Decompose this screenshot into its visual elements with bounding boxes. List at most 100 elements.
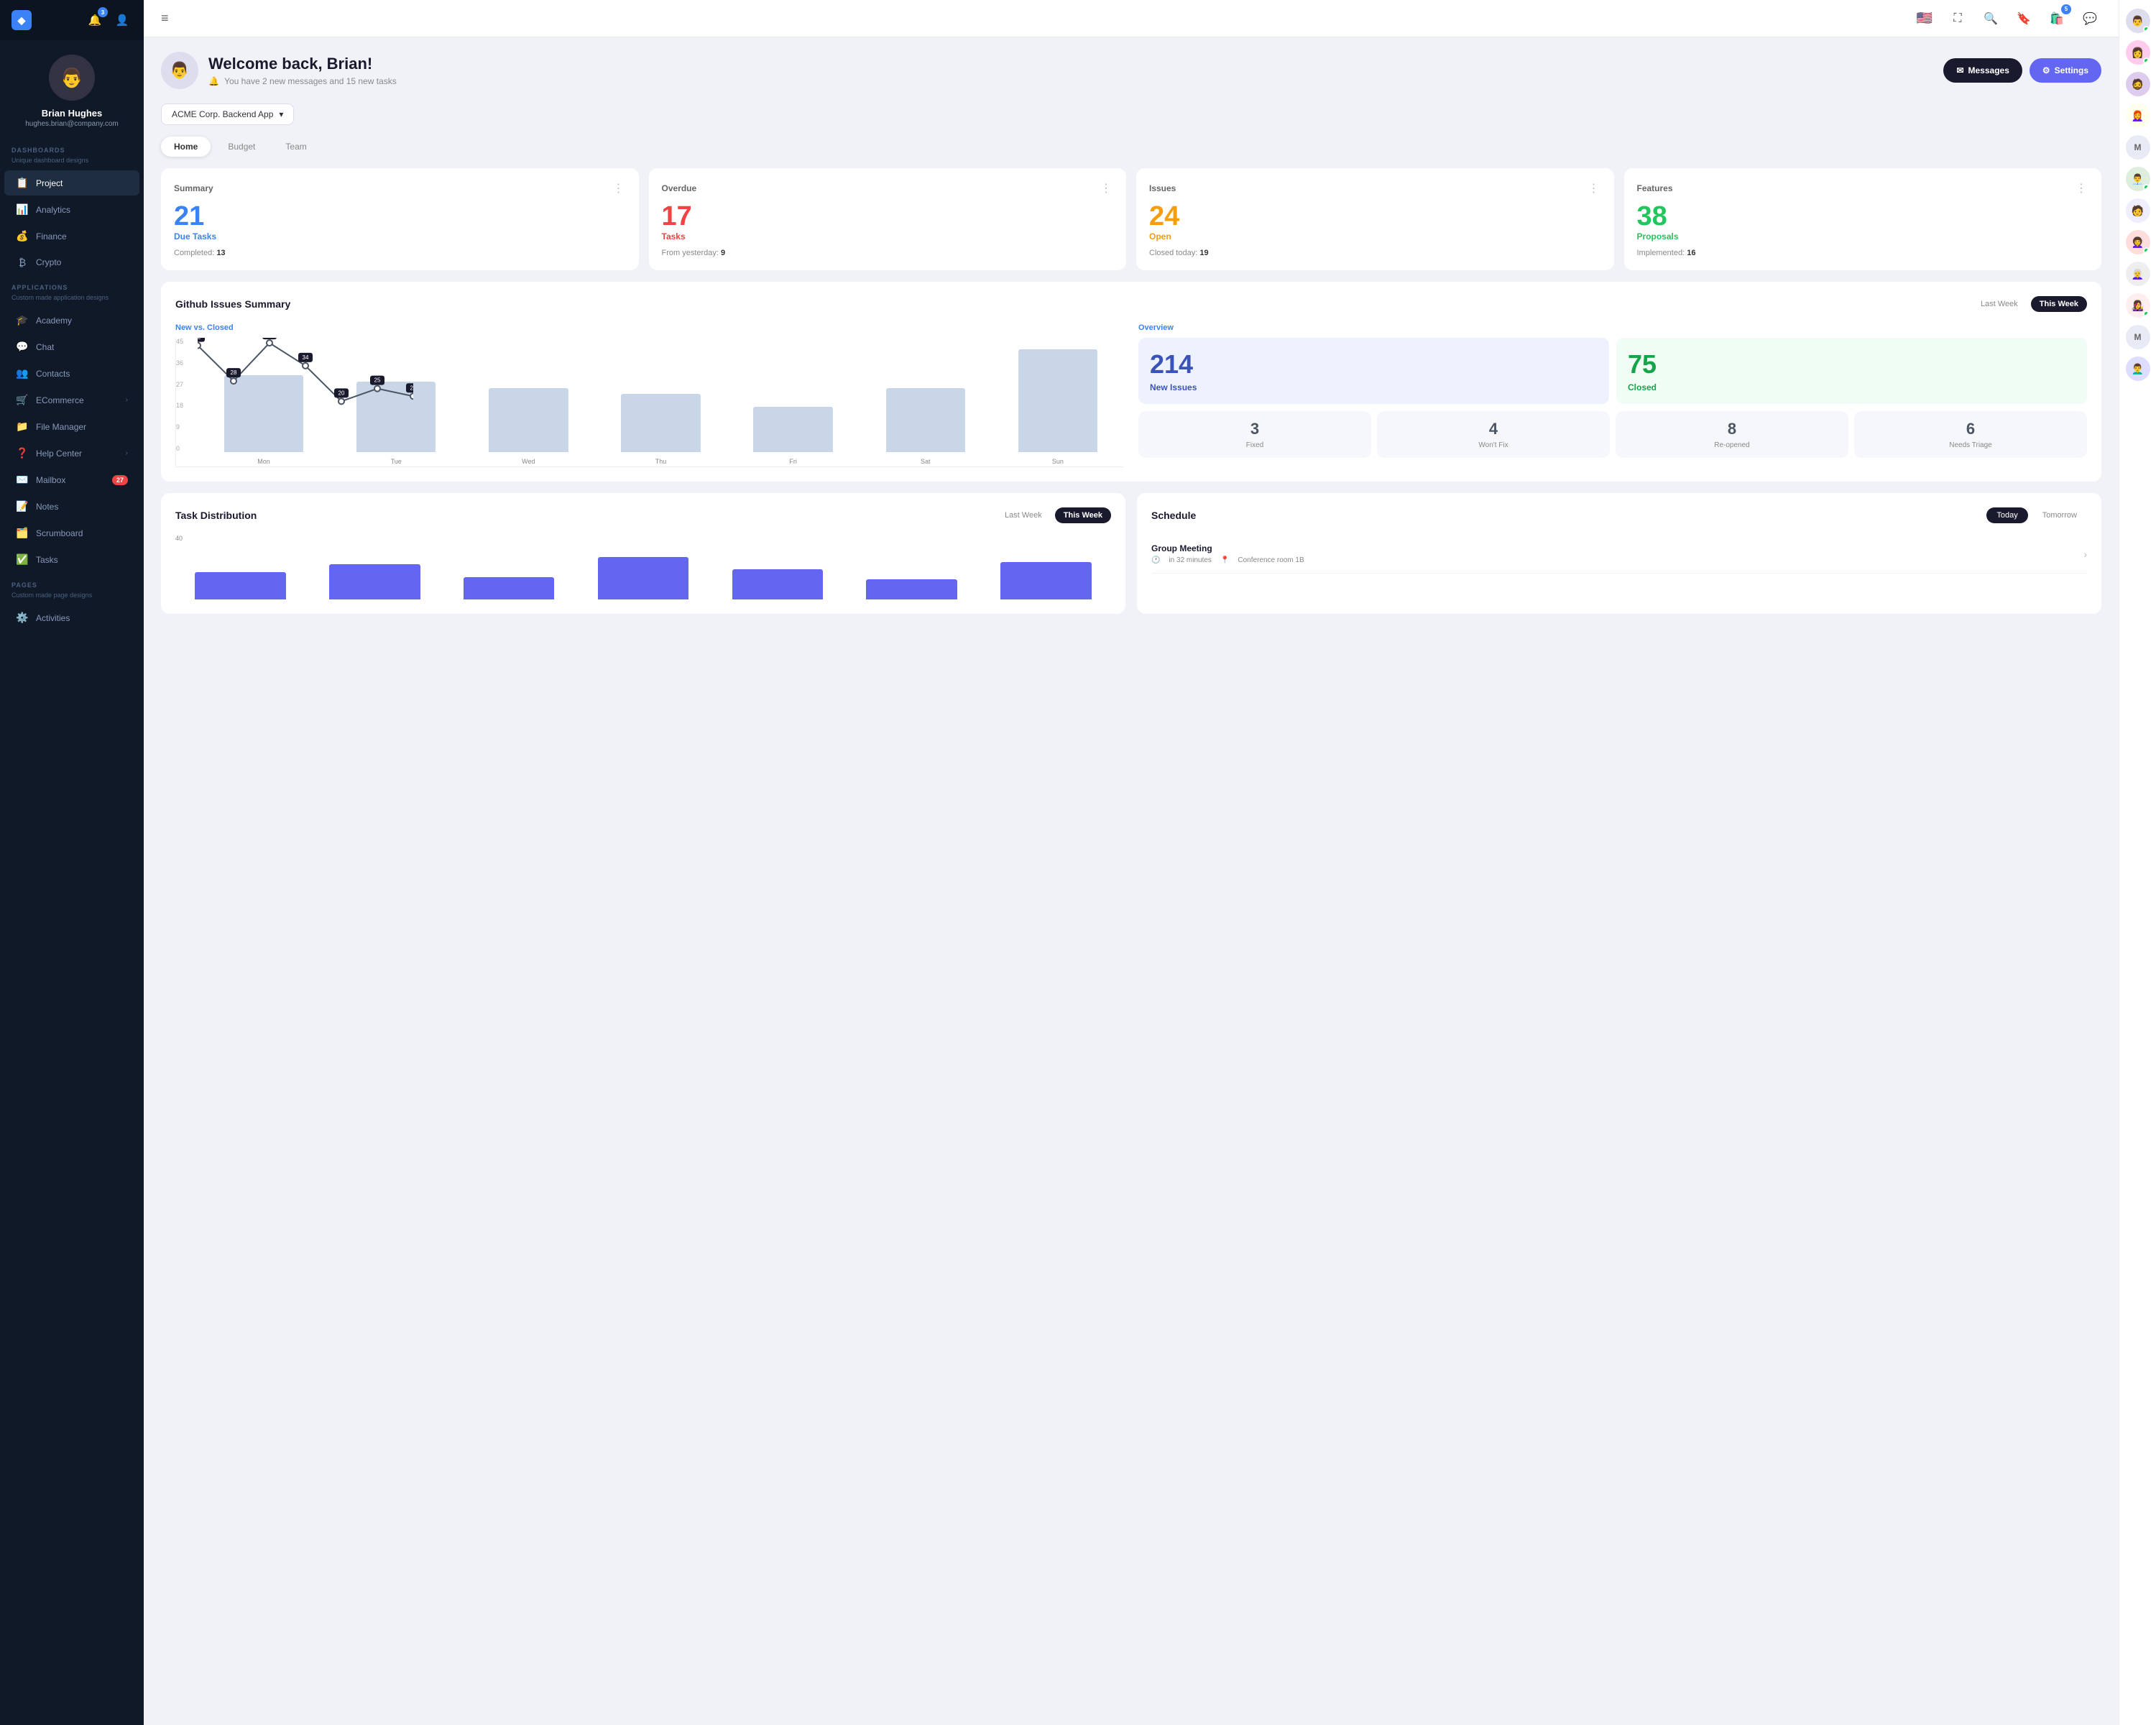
chart-day-column: Thu — [594, 338, 727, 466]
sidebar-item-scrumboard[interactable]: 🗂️ Scrumboard — [4, 520, 139, 546]
chevron-right-icon[interactable]: › — [2083, 548, 2087, 560]
right-avatar[interactable]: 👩‍🦳 — [2126, 262, 2150, 286]
sidebar-item-ecommerce[interactable]: 🛒 ECommerce › — [4, 387, 139, 413]
sidebar-header: ◆ 🔔 3 👤 — [0, 0, 144, 40]
stat-title: Features — [1637, 183, 1673, 193]
stat-card-header: Summary ⋮ — [174, 181, 626, 196]
crypto-icon: ₿ — [16, 257, 29, 268]
sidebar-item-analytics[interactable]: 📊 Analytics — [4, 197, 139, 222]
message-icon[interactable]: 💬 — [2078, 7, 2101, 30]
sidebar-item-helpcenter[interactable]: ❓ Help Center › — [4, 441, 139, 466]
right-avatar[interactable]: 👩 — [2126, 40, 2150, 65]
stat-card-summary: Summary ⋮ 21 Due Tasks Completed: 13 — [161, 168, 639, 270]
contacts-icon: 👥 — [16, 367, 29, 380]
bar — [753, 407, 832, 452]
welcome-header: 👨 Welcome back, Brian! 🔔 You have 2 new … — [161, 52, 2101, 89]
tab-budget[interactable]: Budget — [215, 137, 268, 157]
task-bar-wrap — [981, 549, 1111, 599]
more-options-icon[interactable]: ⋮ — [613, 181, 626, 196]
logo[interactable]: ◆ — [11, 10, 32, 30]
needs-triage-number: 6 — [1863, 420, 2078, 438]
fixed-label: Fixed — [1147, 441, 1363, 449]
sidebar-item-label: ECommerce — [36, 395, 84, 405]
right-avatar[interactable]: 🧑 — [2126, 198, 2150, 223]
finance-icon: 💰 — [16, 230, 29, 242]
sidebar-item-finance[interactable]: 💰 Finance — [4, 224, 139, 249]
schedule-title: Schedule — [1151, 510, 1196, 521]
sidebar-item-filemanager[interactable]: 📁 File Manager — [4, 414, 139, 439]
task-last-week-button[interactable]: Last Week — [996, 507, 1051, 523]
tab-team[interactable]: Team — [272, 137, 319, 157]
chevron-right-icon: › — [126, 396, 128, 404]
sidebar-item-label: Chat — [36, 342, 54, 352]
location-icon: 📍 — [1220, 556, 1229, 564]
reopened-number: 8 — [1624, 420, 1840, 438]
wont-fix-number: 4 — [1386, 420, 1601, 438]
week-toggle: Last Week This Week — [1972, 296, 2087, 312]
right-avatar[interactable]: 👩‍🦰 — [2126, 104, 2150, 128]
task-chart: 40 — [175, 535, 1111, 599]
sidebar-item-notes[interactable]: 📝 Notes — [4, 494, 139, 519]
fullscreen-icon[interactable]: ⛶ — [1946, 7, 1969, 30]
sidebar-item-label: Mailbox — [36, 475, 65, 485]
menu-icon[interactable]: ≡ — [161, 11, 169, 26]
right-avatar[interactable]: 👩‍🎤 — [2126, 293, 2150, 318]
overview-label: Overview — [1138, 323, 2087, 332]
right-avatar[interactable]: 👨‍💼 — [2126, 167, 2150, 191]
messages-button[interactable]: ✉ Messages — [1943, 58, 2022, 83]
bottom-row: Task Distribution Last Week This Week 40 — [161, 493, 2101, 625]
sidebar-item-project[interactable]: 📋 Project — [4, 170, 139, 196]
tab-home[interactable]: Home — [161, 137, 211, 157]
analytics-icon: 📊 — [16, 203, 29, 216]
sidebar-item-tasks[interactable]: ✅ Tasks — [4, 547, 139, 572]
stat-card-header: Features ⋮ — [1637, 181, 2089, 196]
today-button[interactable]: Today — [1986, 507, 2027, 523]
sidebar-item-activities[interactable]: ⚙️ Activities — [4, 605, 139, 630]
last-week-button[interactable]: Last Week — [1972, 296, 2027, 312]
right-avatar[interactable]: 👨 — [2126, 9, 2150, 33]
sidebar: ◆ 🔔 3 👤 👨 Brian Hughes hughes.brian@comp… — [0, 0, 144, 1725]
stat-label: Open — [1149, 231, 1601, 242]
bookmark-icon[interactable]: 🔖 — [2012, 7, 2035, 30]
sidebar-item-academy[interactable]: 🎓 Academy — [4, 308, 139, 333]
new-issues-card: 214 New Issues — [1138, 338, 1609, 404]
task-distribution-card: Task Distribution Last Week This Week 40 — [161, 493, 1125, 614]
user-section: 👨 Brian Hughes hughes.brian@company.com — [0, 40, 144, 138]
online-indicator — [2143, 26, 2150, 32]
this-week-button[interactable]: This Week — [2031, 296, 2087, 312]
sidebar-item-label: Notes — [36, 502, 58, 512]
project-selector[interactable]: ACME Corp. Backend App ▾ — [161, 104, 294, 125]
task-bar — [195, 572, 286, 600]
sidebar-item-chat[interactable]: 💬 Chat — [4, 334, 139, 359]
more-options-icon[interactable]: ⋮ — [2076, 181, 2088, 196]
closed-label: Closed — [1628, 382, 1657, 392]
right-avatar[interactable]: 🧔 — [2126, 72, 2150, 96]
task-this-week-button[interactable]: This Week — [1055, 507, 1111, 523]
avatar: 👨 — [49, 55, 95, 101]
settings-button[interactable]: ⚙ Settings — [2030, 58, 2101, 83]
chart-day-label: Wed — [522, 458, 535, 465]
right-avatar[interactable]: M — [2126, 135, 2150, 160]
search-icon[interactable]: 🔍 — [1979, 7, 2002, 30]
tomorrow-button[interactable]: Tomorrow — [2032, 507, 2087, 523]
right-avatar[interactable]: 👩‍🦱 — [2126, 230, 2150, 254]
right-avatar[interactable]: 👨‍🦱 — [2126, 356, 2150, 381]
user-icon[interactable]: 👤 — [112, 10, 132, 30]
sidebar-item-mailbox[interactable]: ✉️ Mailbox 27 — [4, 467, 139, 492]
main-area: ≡ 🇺🇸 ⛶ 🔍 🔖 🛍️ 5 💬 👨 Welcome back, Brian! — [144, 0, 2119, 1725]
stat-label: Due Tasks — [174, 231, 626, 242]
wont-fix-card: 4 Won't Fix — [1377, 411, 1610, 458]
cart-icon[interactable]: 🛍️ 5 — [2045, 7, 2068, 30]
sidebar-item-contacts[interactable]: 👥 Contacts — [4, 361, 139, 386]
notification-icon[interactable]: 🔔 3 — [85, 10, 105, 30]
sidebar-item-crypto[interactable]: ₿ Crypto — [4, 250, 139, 275]
more-options-icon[interactable]: ⋮ — [1588, 181, 1601, 196]
task-bar — [329, 564, 420, 599]
task-bar-wrap — [444, 549, 574, 599]
bar — [356, 382, 436, 452]
stat-footer: Closed today: 19 — [1149, 249, 1601, 257]
more-options-icon[interactable]: ⋮ — [1100, 181, 1113, 196]
sidebar-top-icons: 🔔 3 👤 — [85, 10, 132, 30]
right-avatar[interactable]: M — [2126, 325, 2150, 349]
flag-icon[interactable]: 🇺🇸 — [1913, 7, 1936, 30]
